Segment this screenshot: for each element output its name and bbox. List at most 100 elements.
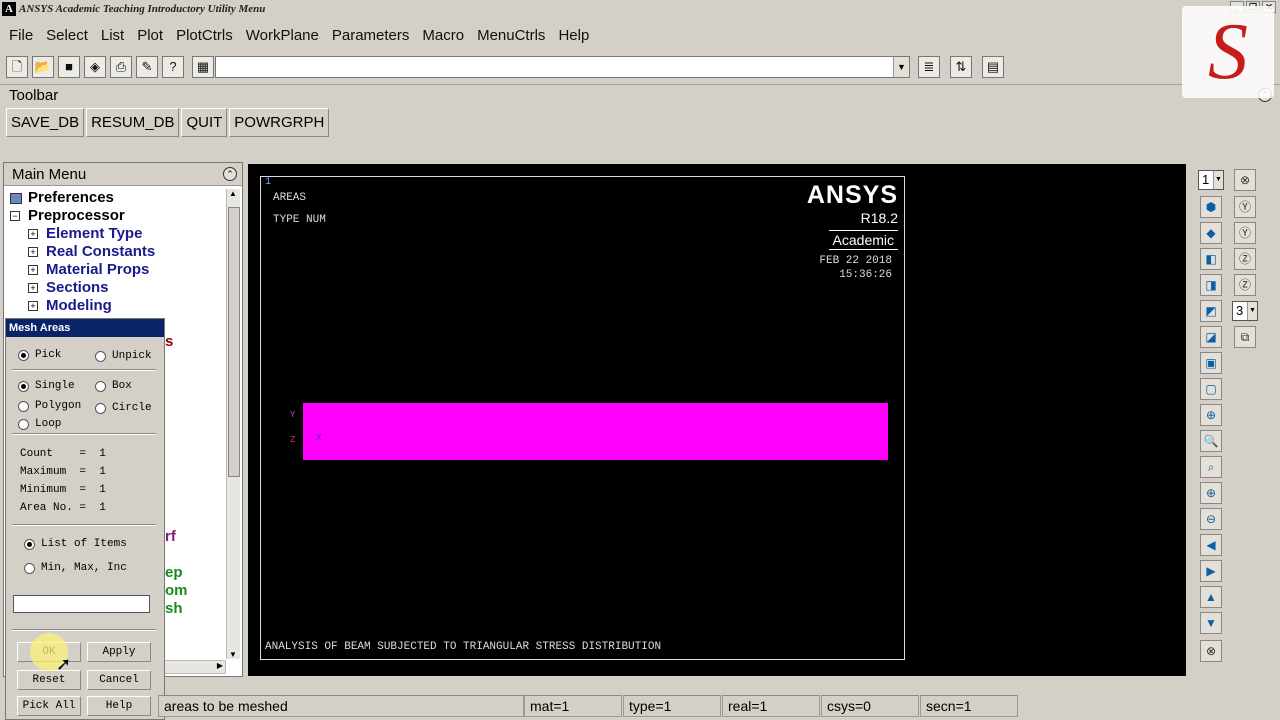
- zoom-box-icon[interactable]: ⌕: [1200, 456, 1222, 478]
- single-radio[interactable]: Single: [18, 380, 75, 392]
- tree-partial-text[interactable]: rf: [165, 528, 176, 545]
- list-of-items-radio[interactable]: List of Items: [24, 538, 127, 550]
- scroll-down-icon[interactable]: ▼: [229, 650, 237, 659]
- save-db-button[interactable]: SAVE_DB: [6, 108, 85, 137]
- min-max-inc-radio[interactable]: Min, Max, Inc: [24, 562, 127, 574]
- beam-area[interactable]: [303, 403, 888, 460]
- save-icon[interactable]: ■: [58, 56, 80, 78]
- pan-down-icon[interactable]: ▼: [1200, 612, 1222, 634]
- tree-item-material-props[interactable]: + Material Props: [6, 261, 155, 279]
- menu-help[interactable]: Help: [558, 27, 589, 44]
- new-file-icon[interactable]: 🗋: [6, 56, 28, 78]
- rotate-z-neg-icon[interactable]: Ⓩ: [1234, 274, 1256, 296]
- tree-partial-text[interactable]: s: [165, 333, 173, 350]
- scroll-up-icon[interactable]: ▲: [229, 189, 237, 198]
- iso-view-icon[interactable]: ⬢: [1200, 196, 1222, 218]
- apply-button[interactable]: Apply: [87, 642, 151, 662]
- resume-db-button[interactable]: RESUM_DB: [86, 108, 180, 137]
- model-tree-icon[interactable]: ⇅: [950, 56, 972, 78]
- chevron-down-icon[interactable]: ▼: [1213, 171, 1223, 189]
- expand-plus-icon[interactable]: +: [28, 301, 38, 311]
- area-no-readout: Area No. = 1: [20, 502, 106, 514]
- unpick-radio[interactable]: Unpick: [95, 350, 152, 362]
- reset-view-icon[interactable]: ⊗: [1234, 169, 1256, 191]
- box-radio[interactable]: Box: [95, 380, 132, 392]
- command-input[interactable]: ▼: [215, 56, 910, 78]
- report-icon[interactable]: ◈: [84, 56, 106, 78]
- tree-item-modeling[interactable]: + Modeling: [6, 297, 155, 315]
- menu-select[interactable]: Select: [46, 27, 88, 44]
- menu-plot[interactable]: Plot: [137, 27, 163, 44]
- pick-entry-input[interactable]: [13, 595, 150, 613]
- scroll-thumb[interactable]: [228, 207, 240, 477]
- rotate-y-icon[interactable]: Ⓨ: [1234, 196, 1256, 218]
- zoom-out-icon[interactable]: ⊖: [1200, 508, 1222, 530]
- rotate-y-neg-icon[interactable]: Ⓨ: [1234, 222, 1256, 244]
- output-window-icon[interactable]: ▤: [982, 56, 1004, 78]
- menu-macro[interactable]: Macro: [422, 27, 464, 44]
- menu-parameters[interactable]: Parameters: [332, 27, 410, 44]
- tree-item-element-type[interactable]: + Element Type: [6, 225, 155, 243]
- graphics-window[interactable]: 1 AREAS TYPE NUM ANSYS R18.2 Academic FE…: [248, 164, 1186, 676]
- pan-right-icon[interactable]: ▶: [1200, 560, 1222, 582]
- tree-item-preferences[interactable]: Preferences: [6, 189, 155, 207]
- menu-plotctrls[interactable]: PlotCtrls: [176, 27, 233, 44]
- tree-item-sections[interactable]: + Sections: [6, 279, 155, 297]
- menu-file[interactable]: File: [9, 27, 33, 44]
- image-capture-icon[interactable]: ✎: [136, 56, 158, 78]
- help-icon[interactable]: ?: [162, 56, 184, 78]
- window-titlebar: A ANSYS Academic Teaching Introductory U…: [0, 0, 1280, 18]
- cancel-button[interactable]: Cancel: [87, 670, 151, 690]
- main-menu-collapse-icon[interactable]: ⌃: [223, 167, 237, 181]
- scroll-right-icon[interactable]: ▶: [217, 661, 223, 670]
- oblique-view-icon[interactable]: ◆: [1200, 222, 1222, 244]
- rotate-z-icon[interactable]: Ⓩ: [1234, 248, 1256, 270]
- tree-partial-text[interactable]: om: [165, 582, 188, 599]
- zoom-in-icon[interactable]: ⊕: [1200, 482, 1222, 504]
- toolbar-editor-icon[interactable]: ≣: [918, 56, 940, 78]
- reset-button[interactable]: Reset: [17, 670, 81, 690]
- left-view-icon[interactable]: ▣: [1200, 352, 1222, 374]
- dynamic-mode-icon[interactable]: ⧉: [1234, 326, 1256, 348]
- fit-view-icon[interactable]: ⊗: [1200, 640, 1222, 662]
- rotate-step-select[interactable]: 3 ▼: [1232, 301, 1258, 321]
- print-icon[interactable]: ⎙: [110, 56, 132, 78]
- circle-radio[interactable]: Circle: [95, 402, 152, 414]
- tree-item-real-constants[interactable]: + Real Constants: [6, 243, 155, 261]
- expand-plus-icon[interactable]: +: [28, 283, 38, 293]
- chevron-down-icon[interactable]: ▼: [1247, 302, 1257, 320]
- quit-button[interactable]: QUIT: [181, 108, 228, 137]
- open-folder-icon[interactable]: 📂: [32, 56, 54, 78]
- expand-plus-icon[interactable]: +: [28, 247, 38, 257]
- pan-up-icon[interactable]: ▲: [1200, 586, 1222, 608]
- zoom-fit-icon[interactable]: ⊕: [1200, 404, 1222, 426]
- front-view-icon[interactable]: ◧: [1200, 248, 1222, 270]
- main-menu-hscrollbar[interactable]: ▶: [164, 660, 226, 674]
- pan-left-icon[interactable]: ◀: [1200, 534, 1222, 556]
- loop-radio[interactable]: Loop: [18, 418, 61, 430]
- polygon-radio[interactable]: Polygon: [18, 400, 81, 412]
- plot-caption: ANALYSIS OF BEAM SUBJECTED TO TRIANGULAR…: [265, 641, 662, 653]
- main-menu-scrollbar[interactable]: ▲ ▼: [226, 189, 240, 659]
- collapse-minus-icon[interactable]: −: [10, 211, 20, 221]
- zoom-icon[interactable]: 🔍: [1200, 430, 1222, 452]
- expand-plus-icon[interactable]: +: [28, 265, 38, 275]
- picker-title: Mesh Areas: [6, 319, 164, 337]
- right-view-icon[interactable]: ◨: [1200, 274, 1222, 296]
- menu-workplane[interactable]: WorkPlane: [246, 27, 319, 44]
- pick-radio[interactable]: Pick: [18, 349, 61, 361]
- tree-item-preprocessor[interactable]: − Preprocessor: [6, 207, 155, 225]
- keyboard-icon[interactable]: ▦: [192, 56, 214, 78]
- menu-menuctrls[interactable]: MenuCtrls: [477, 27, 545, 44]
- top-view-icon[interactable]: ◩: [1200, 300, 1222, 322]
- tree-partial-text[interactable]: sh: [165, 600, 183, 617]
- window-select[interactable]: 1 ▼: [1198, 170, 1224, 190]
- tree-partial-text[interactable]: ep: [165, 564, 183, 581]
- powergraph-button[interactable]: POWRGRPH: [229, 108, 330, 137]
- back-view-icon[interactable]: ◪: [1200, 326, 1222, 348]
- menu-list[interactable]: List: [101, 27, 124, 44]
- chevron-down-icon[interactable]: ▼: [893, 57, 909, 77]
- bottom-view-icon[interactable]: ▢: [1200, 378, 1222, 400]
- axis-y-label: Y: [290, 410, 296, 420]
- expand-plus-icon[interactable]: +: [28, 229, 38, 239]
